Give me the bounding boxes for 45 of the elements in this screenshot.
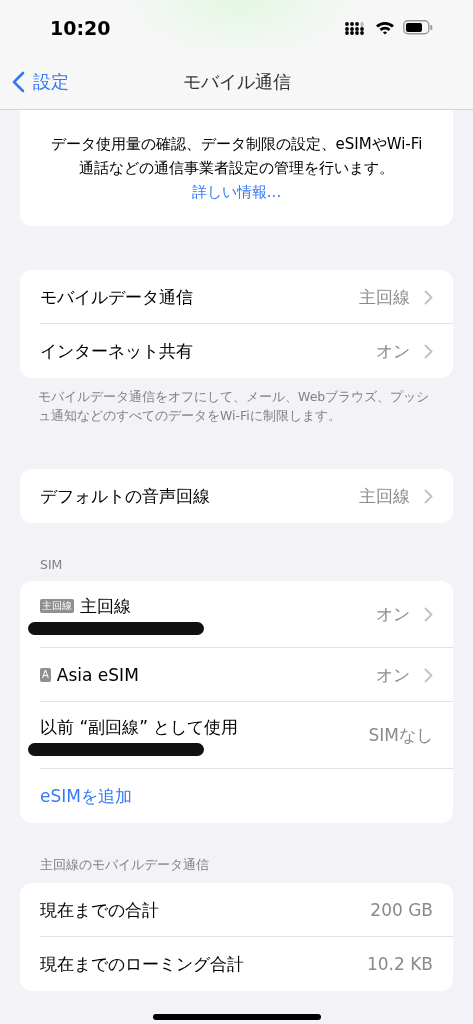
settings-row[interactable]: デフォルトの音声回線 主回線 (20, 469, 453, 523)
row-label: 現在までのローミング合計 (40, 952, 244, 976)
row-label: 以前 “副回線” として使用 (40, 715, 239, 739)
signal-icon (345, 20, 367, 35)
row-label: Asia eSIM (56, 665, 139, 685)
settings-row[interactable]: 現在までのローミング合計 10.2 KB (20, 937, 453, 991)
chevron-right-icon (424, 667, 433, 683)
wifi-icon (375, 20, 395, 35)
intro-text: データ使用量の確認、データ制限の設定、eSIMやWi-Fi通話などの通信事業者設定の管理を行います。 詳しい情報... (49, 134, 424, 203)
settings-row[interactable]: 以前 “副回線” として使用 SIMなし (20, 702, 453, 769)
row-value: SIMなし (368, 724, 433, 747)
row-value: 200 GB (370, 900, 433, 920)
back-button[interactable]: 設定 (0, 70, 69, 94)
sim-badge: 主回線 (40, 599, 74, 613)
section-footer: モバイルデータ通信をオフにして、メール、Webブラウズ、プッシュ通知などのすべてのデータをWi-Fiに制限します。 (20, 378, 453, 425)
row-value: オン (376, 663, 410, 687)
row-value: 主回線 (359, 285, 410, 309)
settings-row[interactable]: A Asia eSIM オン (20, 648, 453, 702)
nav-title: モバイル通信 (181, 70, 292, 94)
sim-badge: A (40, 668, 51, 682)
row-label: eSIMを追加 (40, 784, 132, 808)
settings-row[interactable]: eSIMを追加 (20, 769, 453, 823)
settings-row[interactable]: モバイルデータ通信 主回線 (20, 270, 453, 324)
row-value: 10.2 KB (366, 954, 433, 974)
row-label: 主回線 (80, 594, 131, 618)
row-value: オン (376, 339, 410, 363)
row-label: 現在までの合計 (40, 898, 159, 922)
row-label: インターネット共有 (40, 339, 193, 363)
settings-row[interactable]: 主回線 主回線 オン (20, 581, 453, 648)
row-value: オン (376, 603, 410, 626)
chevron-left-icon (12, 71, 25, 93)
status-time: 10:20 (50, 16, 111, 39)
section-header: 主回線のモバイルデータ通信 (39, 856, 210, 874)
battery-icon (403, 20, 433, 35)
chevron-right-icon (424, 289, 433, 305)
row-label: デフォルトの音声回線 (40, 484, 210, 508)
chevron-right-icon (424, 607, 433, 622)
more-info-link[interactable]: 詳しい情報... (191, 183, 282, 201)
settings-row[interactable]: インターネット共有 オン (20, 324, 453, 378)
row-value: 主回線 (359, 484, 410, 508)
chevron-right-icon (424, 488, 433, 504)
settings-row[interactable]: 現在までの合計 200 GB (20, 883, 453, 937)
chevron-right-icon (424, 343, 433, 359)
section-header: SIM (39, 556, 64, 574)
row-label: モバイルデータ通信 (40, 285, 193, 309)
